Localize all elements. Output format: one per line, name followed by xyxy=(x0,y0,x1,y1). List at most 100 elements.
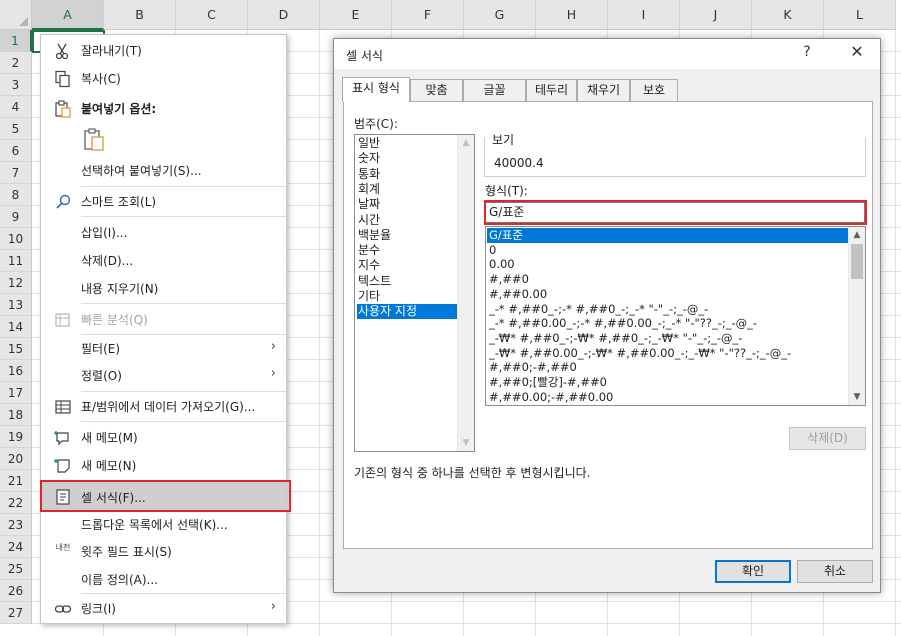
scroll-thumb[interactable] xyxy=(851,244,863,279)
category-item[interactable]: 분수 xyxy=(357,243,457,258)
tab-font[interactable]: 글꼴 xyxy=(463,79,526,101)
menu-item-cut[interactable]: 잘라내기(T) xyxy=(41,37,286,64)
tab-border[interactable]: 테두리 xyxy=(526,79,577,101)
format-item[interactable]: _-₩* #,##0.00_-;-₩* #,##0.00_-;_-₩* "-"?… xyxy=(487,346,849,361)
menu-item-smart-lookup[interactable]: 스마트 조회(L) xyxy=(41,188,286,215)
row-header-27[interactable]: 27 xyxy=(0,602,32,624)
row-header-16[interactable]: 16 xyxy=(0,360,32,382)
menu-item-link[interactable]: 링크(I) › xyxy=(41,595,286,622)
row-header-12[interactable]: 12 xyxy=(0,272,32,294)
category-item[interactable]: 숫자 xyxy=(357,151,457,166)
category-item[interactable]: 기타 xyxy=(357,289,457,304)
menu-item-delete[interactable]: 삭제(D)... xyxy=(41,247,286,274)
menu-item-pick-from-dropdown[interactable]: 드롭다운 목록에서 선택(K)... xyxy=(41,511,286,538)
ok-button[interactable]: 확인 xyxy=(715,560,791,583)
menu-item-paste-special[interactable]: 선택하여 붙여넣기(S)... xyxy=(41,157,286,184)
row-header-7[interactable]: 7 xyxy=(0,162,32,184)
help-button[interactable]: ? xyxy=(796,44,818,64)
close-button[interactable]: ✕ xyxy=(844,42,870,64)
menu-item-new-note[interactable]: 새 메모(N) xyxy=(41,452,286,479)
column-header-h[interactable]: H xyxy=(536,0,608,30)
column-header-b[interactable]: B xyxy=(104,0,176,30)
row-header-11[interactable]: 11 xyxy=(0,250,32,272)
menu-item-clear-contents[interactable]: 내용 지우기(N) xyxy=(41,275,286,302)
menu-item-insert[interactable]: 삽입(I)... xyxy=(41,219,286,246)
category-item[interactable]: 백분율 xyxy=(357,228,457,243)
row-header-2[interactable]: 2 xyxy=(0,52,32,74)
category-scrollbar[interactable]: ▲ ▼ xyxy=(457,135,474,451)
format-item[interactable]: #,##0 xyxy=(487,272,849,287)
tab-alignment[interactable]: 맞춤 xyxy=(410,79,463,101)
row-header-23[interactable]: 23 xyxy=(0,514,32,536)
row-header-1[interactable]: 1 xyxy=(0,30,32,52)
row-header-26[interactable]: 26 xyxy=(0,580,32,602)
category-item[interactable]: 회계 xyxy=(357,182,457,197)
menu-item-sort[interactable]: 정렬(O) › xyxy=(41,362,286,389)
delete-button[interactable]: 삭제(D) xyxy=(789,427,866,450)
row-header-15[interactable]: 15 xyxy=(0,338,32,360)
row-header-24[interactable]: 24 xyxy=(0,536,32,558)
row-header-4[interactable]: 4 xyxy=(0,96,32,118)
category-item[interactable]: 시간 xyxy=(357,213,457,228)
row-header-21[interactable]: 21 xyxy=(0,470,32,492)
format-item[interactable]: 0 xyxy=(487,243,849,258)
select-all-corner[interactable] xyxy=(0,0,32,30)
row-header-3[interactable]: 3 xyxy=(0,74,32,96)
column-header-i[interactable]: I xyxy=(608,0,680,30)
column-header-f[interactable]: F xyxy=(392,0,464,30)
column-header-g[interactable]: G xyxy=(464,0,536,30)
row-header-10[interactable]: 10 xyxy=(0,228,32,250)
category-item[interactable]: 통화 xyxy=(357,167,457,182)
scroll-down-icon[interactable]: ▼ xyxy=(849,389,865,405)
format-item[interactable]: _-* #,##0.00_-;-* #,##0.00_-;_-* "-"??_-… xyxy=(487,316,849,331)
tab-protection[interactable]: 보호 xyxy=(630,79,678,101)
category-item[interactable]: 텍스트 xyxy=(357,274,457,289)
format-item[interactable]: _-₩* #,##0_-;-₩* #,##0_-;_-₩* "-"_-;_-@_… xyxy=(487,331,849,346)
row-header-6[interactable]: 6 xyxy=(0,140,32,162)
menu-item-get-data-from-table[interactable]: 표/범위에서 데이터 가져오기(G)... xyxy=(41,393,286,420)
format-item[interactable]: #,##0;[빨강]-#,##0 xyxy=(487,375,849,390)
row-header-25[interactable]: 25 xyxy=(0,558,32,580)
row-header-5[interactable]: 5 xyxy=(0,118,32,140)
cancel-button[interactable]: 취소 xyxy=(797,560,873,583)
format-item[interactable]: #,##0.00;-#,##0.00 xyxy=(487,390,849,405)
row-header-13[interactable]: 13 xyxy=(0,294,32,316)
format-item[interactable]: G/표준 xyxy=(487,228,849,243)
row-header-9[interactable]: 9 xyxy=(0,206,32,228)
format-item[interactable]: _-* #,##0_-;-* #,##0_-;_-* "-"_-;_-@_- xyxy=(487,302,849,317)
scroll-up-icon[interactable]: ▲ xyxy=(849,227,865,243)
tab-number[interactable]: 표시 형식 xyxy=(342,77,410,102)
category-list[interactable]: 일반 숫자 통화 회계 날짜 시간 백분율 분수 지수 텍스트 기타 사용자 지정 ▲ ▼ xyxy=(354,134,475,452)
menu-item-define-name[interactable]: 이름 정의(A)... xyxy=(41,566,286,593)
column-header-k[interactable]: K xyxy=(752,0,824,30)
category-item[interactable]: 지수 xyxy=(357,258,457,273)
menu-item-show-phonetic[interactable]: 내천 윗주 필드 표시(S) xyxy=(41,538,286,565)
format-item[interactable]: 0.00 xyxy=(487,257,849,272)
row-header-20[interactable]: 20 xyxy=(0,448,32,470)
row-header-8[interactable]: 8 xyxy=(0,184,32,206)
column-header-a[interactable]: A xyxy=(32,0,104,30)
row-header-19[interactable]: 19 xyxy=(0,426,32,448)
column-header-d[interactable]: D xyxy=(248,0,320,30)
format-item[interactable]: #,##0.00 xyxy=(487,287,849,302)
row-header-17[interactable]: 17 xyxy=(0,382,32,404)
menu-item-new-comment[interactable]: 새 메모(M) xyxy=(41,424,286,451)
tab-fill[interactable]: 채우기 xyxy=(577,79,630,101)
column-header-l[interactable]: L xyxy=(824,0,896,30)
category-item[interactable]: 날짜 xyxy=(357,197,457,212)
column-header-j[interactable]: J xyxy=(680,0,752,30)
row-header-14[interactable]: 14 xyxy=(0,316,32,338)
format-item[interactable]: #,##0;-#,##0 xyxy=(487,360,849,375)
format-list[interactable]: G/표준 0 0.00 #,##0 #,##0.00 _-* #,##0_-;-* #,#… xyxy=(485,226,866,406)
menu-item-filter[interactable]: 필터(E) › xyxy=(41,335,286,362)
category-item[interactable]: 일반 xyxy=(357,136,457,151)
column-header-c[interactable]: C xyxy=(176,0,248,30)
format-scrollbar[interactable]: ▲ ▼ xyxy=(848,227,865,405)
paste-option-button[interactable] xyxy=(41,123,286,157)
row-header-18[interactable]: 18 xyxy=(0,404,32,426)
column-header-e[interactable]: E xyxy=(320,0,392,30)
category-item[interactable]: 사용자 지정 xyxy=(357,304,457,320)
menu-item-copy[interactable]: 복사(C) xyxy=(41,65,286,92)
dialog-titlebar[interactable]: 셀 서식 ? ✕ xyxy=(334,39,880,69)
row-header-22[interactable]: 22 xyxy=(0,492,32,514)
